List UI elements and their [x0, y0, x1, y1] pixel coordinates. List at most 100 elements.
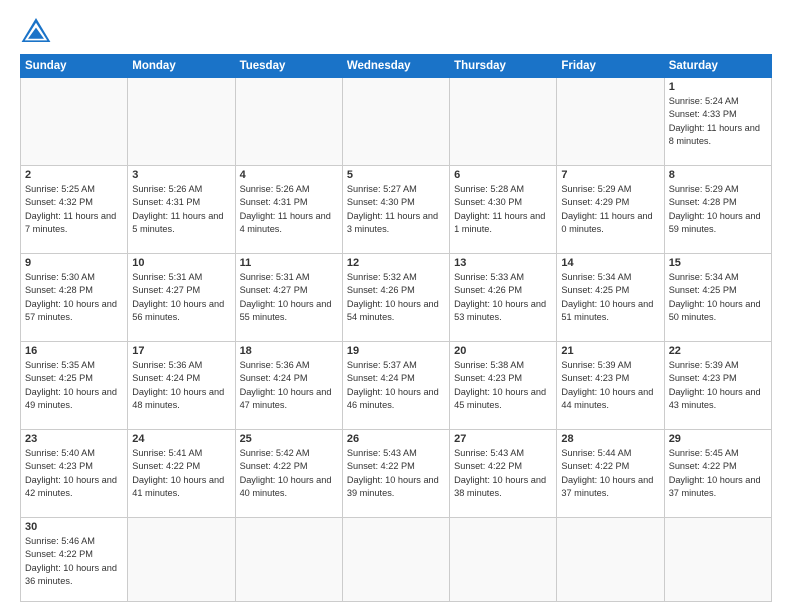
day-number: 4 — [240, 169, 338, 181]
calendar-day-cell: 22 Sunrise: 5:39 AM Sunset: 4:23 PM Dayli… — [664, 342, 771, 430]
calendar-day-cell: 23 Sunrise: 5:40 AM Sunset: 4:23 PM Dayli… — [21, 430, 128, 518]
day-number: 16 — [25, 345, 123, 357]
day-number: 14 — [561, 257, 659, 269]
calendar-header-friday: Friday — [557, 55, 664, 78]
calendar-header-wednesday: Wednesday — [342, 55, 449, 78]
calendar-day-cell: 9Sunrise: 5:30 AM Sunset: 4:28 PM Daylig… — [21, 254, 128, 342]
day-number: 22 — [669, 345, 767, 357]
day-number: 6 — [454, 169, 552, 181]
calendar-day-cell: 19 Sunrise: 5:37 AM Sunset: 4:24 PM Dayli… — [342, 342, 449, 430]
day-info: Sunrise: 5:44 AM Sunset: 4:22 PM Dayligh… — [561, 447, 659, 500]
day-info: Sunrise: 5:36 AM Sunset: 4:24 PM Dayligh… — [240, 359, 338, 412]
calendar-week-row: 23 Sunrise: 5:40 AM Sunset: 4:23 PM Dayli… — [21, 430, 772, 518]
day-info: Sunrise: 5:24 AM Sunset: 4:33 PM Dayligh… — [669, 95, 767, 148]
day-number: 12 — [347, 257, 445, 269]
calendar-day-cell — [128, 518, 235, 602]
calendar-day-cell: 1Sunrise: 5:24 AM Sunset: 4:33 PM Daylig… — [664, 78, 771, 166]
page: SundayMondayTuesdayWednesdayThursdayFrid… — [0, 0, 792, 612]
calendar-day-cell: 7 Sunrise: 5:29 AM Sunset: 4:29 PM Daylig… — [557, 166, 664, 254]
calendar-day-cell: 20 Sunrise: 5:38 AM Sunset: 4:23 PM Dayli… — [450, 342, 557, 430]
calendar-day-cell: 18 Sunrise: 5:36 AM Sunset: 4:24 PM Dayli… — [235, 342, 342, 430]
calendar-day-cell: 26 Sunrise: 5:43 AM Sunset: 4:22 PM Dayli… — [342, 430, 449, 518]
calendar-week-row: 1Sunrise: 5:24 AM Sunset: 4:33 PM Daylig… — [21, 78, 772, 166]
day-number: 5 — [347, 169, 445, 181]
day-info: Sunrise: 5:30 AM Sunset: 4:28 PM Dayligh… — [25, 271, 123, 324]
day-info: Sunrise: 5:25 AM Sunset: 4:32 PM Dayligh… — [25, 183, 123, 236]
calendar-day-cell — [128, 78, 235, 166]
day-info: Sunrise: 5:26 AM Sunset: 4:31 PM Dayligh… — [132, 183, 230, 236]
day-info: Sunrise: 5:27 AM Sunset: 4:30 PM Dayligh… — [347, 183, 445, 236]
day-number: 25 — [240, 433, 338, 445]
day-info: Sunrise: 5:35 AM Sunset: 4:25 PM Dayligh… — [25, 359, 123, 412]
day-number: 30 — [25, 521, 123, 533]
day-number: 10 — [132, 257, 230, 269]
calendar-day-cell: 30 Sunrise: 5:46 AM Sunset: 4:22 PM Dayli… — [21, 518, 128, 602]
calendar-header-tuesday: Tuesday — [235, 55, 342, 78]
day-info: Sunrise: 5:40 AM Sunset: 4:23 PM Dayligh… — [25, 447, 123, 500]
calendar-day-cell: 29 Sunrise: 5:45 AM Sunset: 4:22 PM Dayli… — [664, 430, 771, 518]
calendar-week-row: 30 Sunrise: 5:46 AM Sunset: 4:22 PM Dayli… — [21, 518, 772, 602]
day-number: 17 — [132, 345, 230, 357]
calendar-day-cell: 14 Sunrise: 5:34 AM Sunset: 4:25 PM Dayli… — [557, 254, 664, 342]
calendar-day-cell — [342, 78, 449, 166]
calendar-table: SundayMondayTuesdayWednesdayThursdayFrid… — [20, 54, 772, 602]
day-info: Sunrise: 5:46 AM Sunset: 4:22 PM Dayligh… — [25, 535, 123, 588]
day-info: Sunrise: 5:43 AM Sunset: 4:22 PM Dayligh… — [347, 447, 445, 500]
day-info: Sunrise: 5:31 AM Sunset: 4:27 PM Dayligh… — [132, 271, 230, 324]
day-number: 11 — [240, 257, 338, 269]
day-info: Sunrise: 5:32 AM Sunset: 4:26 PM Dayligh… — [347, 271, 445, 324]
calendar-day-cell — [557, 518, 664, 602]
calendar-day-cell — [342, 518, 449, 602]
calendar-day-cell — [557, 78, 664, 166]
day-number: 7 — [561, 169, 659, 181]
calendar-day-cell: 6 Sunrise: 5:28 AM Sunset: 4:30 PM Daylig… — [450, 166, 557, 254]
calendar-day-cell: 2Sunrise: 5:25 AM Sunset: 4:32 PM Daylig… — [21, 166, 128, 254]
day-info: Sunrise: 5:28 AM Sunset: 4:30 PM Dayligh… — [454, 183, 552, 236]
calendar-day-cell: 16 Sunrise: 5:35 AM Sunset: 4:25 PM Dayli… — [21, 342, 128, 430]
day-number: 18 — [240, 345, 338, 357]
calendar-day-cell: 17 Sunrise: 5:36 AM Sunset: 4:24 PM Dayli… — [128, 342, 235, 430]
calendar-header-saturday: Saturday — [664, 55, 771, 78]
day-info: Sunrise: 5:26 AM Sunset: 4:31 PM Dayligh… — [240, 183, 338, 236]
calendar-day-cell — [450, 518, 557, 602]
calendar-day-cell: 4 Sunrise: 5:26 AM Sunset: 4:31 PM Daylig… — [235, 166, 342, 254]
calendar-day-cell — [21, 78, 128, 166]
day-info: Sunrise: 5:39 AM Sunset: 4:23 PM Dayligh… — [669, 359, 767, 412]
calendar-day-cell: 25 Sunrise: 5:42 AM Sunset: 4:22 PM Dayli… — [235, 430, 342, 518]
calendar-header-sunday: Sunday — [21, 55, 128, 78]
calendar-day-cell: 27Sunrise: 5:43 AM Sunset: 4:22 PM Dayli… — [450, 430, 557, 518]
calendar-day-cell: 24Sunrise: 5:41 AM Sunset: 4:22 PM Dayli… — [128, 430, 235, 518]
day-info: Sunrise: 5:34 AM Sunset: 4:25 PM Dayligh… — [561, 271, 659, 324]
day-info: Sunrise: 5:38 AM Sunset: 4:23 PM Dayligh… — [454, 359, 552, 412]
calendar-week-row: 9Sunrise: 5:30 AM Sunset: 4:28 PM Daylig… — [21, 254, 772, 342]
day-info: Sunrise: 5:31 AM Sunset: 4:27 PM Dayligh… — [240, 271, 338, 324]
day-number: 20 — [454, 345, 552, 357]
calendar-week-row: 2Sunrise: 5:25 AM Sunset: 4:32 PM Daylig… — [21, 166, 772, 254]
day-info: Sunrise: 5:37 AM Sunset: 4:24 PM Dayligh… — [347, 359, 445, 412]
day-number: 8 — [669, 169, 767, 181]
calendar-header-row: SundayMondayTuesdayWednesdayThursdayFrid… — [21, 55, 772, 78]
calendar-day-cell — [664, 518, 771, 602]
day-info: Sunrise: 5:42 AM Sunset: 4:22 PM Dayligh… — [240, 447, 338, 500]
day-number: 13 — [454, 257, 552, 269]
day-info: Sunrise: 5:45 AM Sunset: 4:22 PM Dayligh… — [669, 447, 767, 500]
calendar-day-cell — [235, 78, 342, 166]
day-info: Sunrise: 5:29 AM Sunset: 4:29 PM Dayligh… — [561, 183, 659, 236]
calendar-day-cell — [235, 518, 342, 602]
calendar-header-thursday: Thursday — [450, 55, 557, 78]
calendar-day-cell: 8 Sunrise: 5:29 AM Sunset: 4:28 PM Daylig… — [664, 166, 771, 254]
logo — [20, 16, 56, 44]
calendar-day-cell: 28Sunrise: 5:44 AM Sunset: 4:22 PM Dayli… — [557, 430, 664, 518]
day-info: Sunrise: 5:29 AM Sunset: 4:28 PM Dayligh… — [669, 183, 767, 236]
day-info: Sunrise: 5:43 AM Sunset: 4:22 PM Dayligh… — [454, 447, 552, 500]
day-number: 21 — [561, 345, 659, 357]
day-number: 29 — [669, 433, 767, 445]
day-number: 26 — [347, 433, 445, 445]
day-number: 19 — [347, 345, 445, 357]
day-info: Sunrise: 5:39 AM Sunset: 4:23 PM Dayligh… — [561, 359, 659, 412]
day-info: Sunrise: 5:36 AM Sunset: 4:24 PM Dayligh… — [132, 359, 230, 412]
day-number: 23 — [25, 433, 123, 445]
calendar-day-cell: 12 Sunrise: 5:32 AM Sunset: 4:26 PM Dayli… — [342, 254, 449, 342]
calendar-day-cell — [450, 78, 557, 166]
calendar-day-cell: 10 Sunrise: 5:31 AM Sunset: 4:27 PM Dayli… — [128, 254, 235, 342]
